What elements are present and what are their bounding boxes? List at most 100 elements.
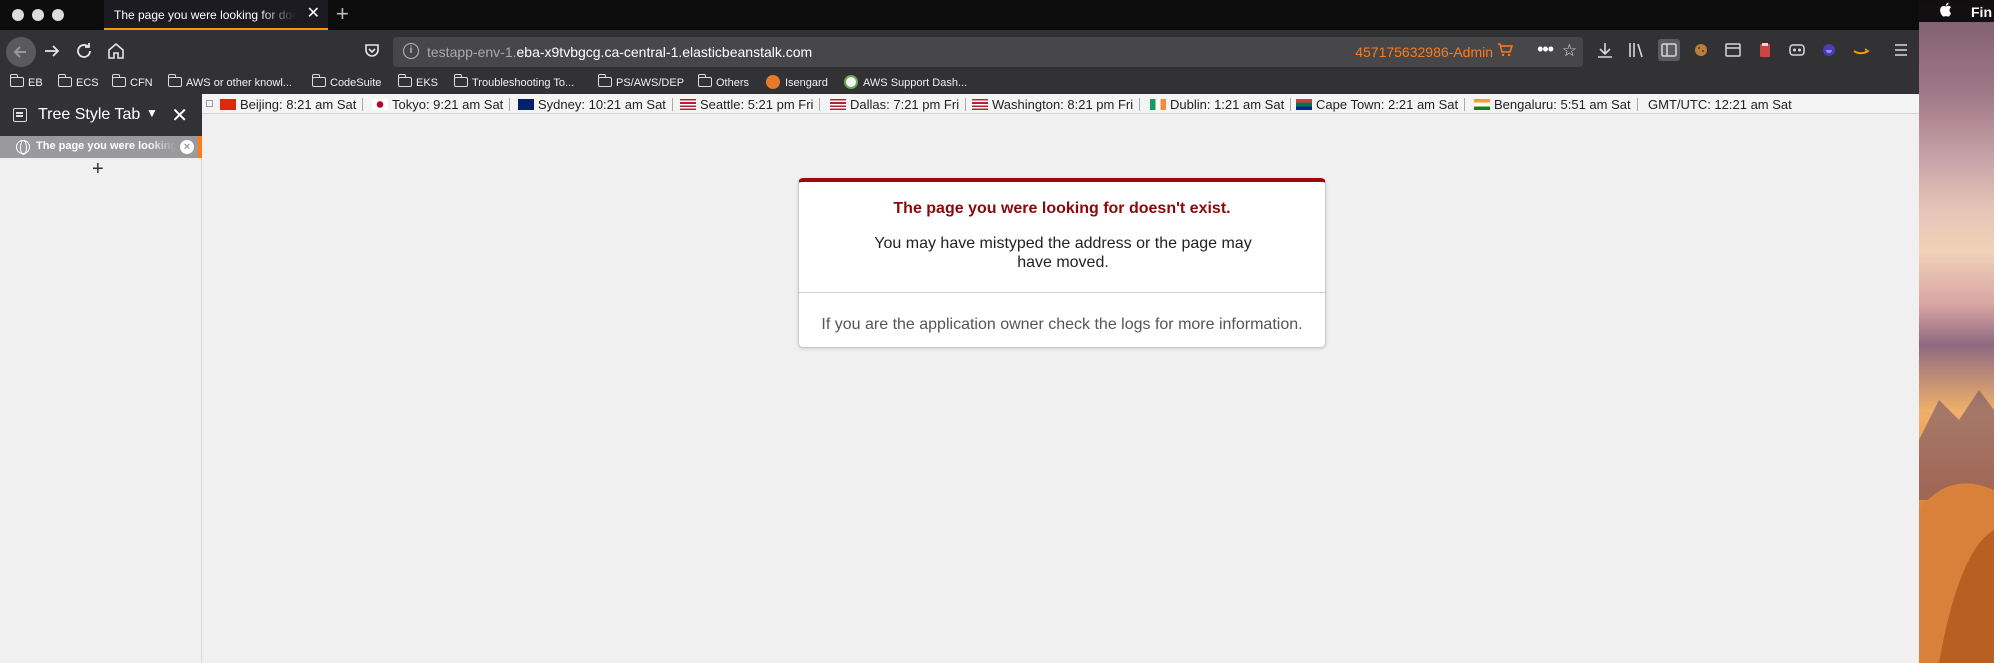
folder-icon	[112, 74, 126, 87]
clock-label: Sydney: 10:21 am Sat	[538, 97, 666, 112]
tab-close-icon[interactable]: ✕	[307, 6, 320, 22]
clock-label: Seattle: 5:21 pm Fri	[700, 97, 814, 112]
bookmark-isengard[interactable]: Isengard	[766, 75, 828, 91]
bookmark-label: Troubleshooting To...	[472, 77, 575, 89]
bookmarks-toolbar: EB ECS CFN AWS or other knowl... CodeSui…	[0, 72, 1919, 94]
back-icon[interactable]	[6, 37, 36, 67]
extension-amazon-icon[interactable]	[1850, 39, 1872, 61]
firefox-window: The page you were looking for doesn't ex…	[0, 0, 1919, 663]
tab-title: The page you were looking for doesn't ex…	[114, 8, 296, 22]
new-tab-button[interactable]: +	[336, 3, 349, 25]
bookmark-folder[interactable]: CodeSuite	[312, 74, 382, 91]
macos-menu-bar: Fin	[1919, 0, 1994, 22]
sidebar-title[interactable]: Tree Style Tab	[38, 106, 140, 124]
url-bar[interactable]: i testapp-env-1.eba-x9tvbgcg.ca-central-…	[393, 37, 1583, 67]
clock-label: Dublin: 1:21 am Sat	[1170, 97, 1285, 112]
extension-clipboard-icon[interactable]	[1754, 39, 1776, 61]
folder-icon	[398, 74, 412, 87]
extension-mask-icon[interactable]	[1786, 39, 1808, 61]
window-zoom-dot[interactable]	[52, 9, 64, 21]
folder-icon	[312, 74, 326, 87]
folder-icon	[454, 74, 468, 87]
bookmark-folder[interactable]: PS/AWS/DEP	[598, 74, 685, 91]
bookmark-aws-support[interactable]: AWS Support Dash...	[844, 75, 967, 91]
clock-label: GMT/UTC: 12:21 am Sat	[1648, 97, 1792, 112]
window-close-dot[interactable]	[12, 9, 24, 21]
window-minimize-dot[interactable]	[32, 9, 44, 21]
menu-app-name[interactable]: Fin	[1971, 4, 1992, 20]
sidebar-switcher-icon	[13, 108, 27, 122]
url-text[interactable]: testapp-env-1.eba-x9tvbgcg.ca-central-1.…	[427, 44, 812, 60]
sidebar-tab-close-icon[interactable]: ×	[180, 140, 194, 154]
flag-za-icon	[1296, 99, 1312, 110]
browser-tab-active[interactable]: The page you were looking for doesn't ex…	[104, 0, 328, 30]
bookmark-label: ECS	[76, 77, 99, 89]
world-clock-bar: Beijing: 8:21 am Sat Tokyo: 9:21 am Sat …	[202, 94, 1919, 114]
bookmark-folder[interactable]: Troubleshooting To...	[454, 74, 575, 91]
clock-item: Dallas: 7:21 pm Fri	[830, 97, 967, 112]
home-icon[interactable]	[104, 39, 128, 63]
tree-style-tab-sidebar: Tree Style Tab ▼ ✕ The page you were loo…	[0, 94, 202, 663]
error-footer: If you are the application owner check t…	[821, 316, 1303, 333]
sidebar-new-tab-button[interactable]: +	[92, 158, 104, 181]
reload-icon[interactable]	[72, 39, 96, 63]
apple-icon[interactable]	[1939, 2, 1952, 21]
forward-icon[interactable]	[40, 39, 64, 63]
sidebar-icon[interactable]	[1658, 39, 1680, 61]
pocket-icon[interactable]	[360, 39, 384, 63]
sidebar-close-icon[interactable]: ✕	[171, 103, 188, 128]
tab-strip: The page you were looking for doesn't ex…	[0, 0, 1919, 30]
bookmark-folder[interactable]: AWS or other knowl...	[168, 74, 292, 91]
clock-item: GMT/UTC: 12:21 am Sat	[1648, 97, 1792, 112]
clock-item: Washington: 8:21 pm Fri	[972, 97, 1141, 112]
clock-item: Tokyo: 9:21 am Sat	[372, 97, 511, 112]
bookmark-label: Isengard	[785, 77, 828, 89]
clock-label: Washington: 8:21 pm Fri	[992, 97, 1134, 112]
bookmark-folder[interactable]: CFN	[112, 74, 153, 91]
flag-in-icon	[1474, 99, 1490, 110]
bookmark-folder[interactable]: EB	[10, 74, 43, 91]
bookmark-folder[interactable]: Others	[698, 74, 749, 91]
bookmark-star-icon[interactable]: ☆	[1562, 41, 1577, 61]
clock-item: Bengaluru: 5:51 am Sat	[1474, 97, 1638, 112]
folder-icon	[598, 74, 612, 87]
page-actions-more-icon[interactable]: •••	[1537, 39, 1554, 60]
error-message: You may have mistyped the address or the…	[874, 235, 1252, 271]
clock-label: Cape Town: 2:21 am Sat	[1316, 97, 1459, 112]
folder-icon	[58, 74, 72, 87]
info-icon[interactable]: i	[403, 43, 419, 59]
extension-window-icon[interactable]	[1722, 39, 1744, 61]
flag-cn-icon	[220, 99, 236, 110]
error-heading: The page you were looking for doesn't ex…	[893, 200, 1231, 217]
clock-menu-icon[interactable]	[206, 100, 213, 107]
globe-icon	[16, 140, 30, 155]
extension-vpn-icon[interactable]	[1818, 39, 1840, 61]
account-label[interactable]: 457175632986-Admin	[1355, 44, 1493, 60]
bookmark-label: AWS Support Dash...	[863, 77, 968, 89]
menu-icon[interactable]	[1890, 39, 1912, 61]
bookmark-label: EKS	[416, 77, 439, 89]
clock-label: Dallas: 7:21 pm Fri	[850, 97, 960, 112]
cart-icon[interactable]	[1497, 42, 1514, 62]
folder-icon	[698, 74, 712, 87]
clock-item: Dublin: 1:21 am Sat	[1150, 97, 1292, 112]
folder-icon	[10, 74, 24, 87]
bookmark-folder[interactable]: ECS	[58, 74, 99, 91]
sand-dune	[1919, 483, 1994, 663]
sidebar-tab-item[interactable]: The page you were looking for doesn't ex…	[0, 136, 202, 158]
bookmark-label: CFN	[130, 77, 153, 89]
clock-item: Sydney: 10:21 am Sat	[518, 97, 673, 112]
bookmark-label: PS/AWS/DEP	[616, 77, 685, 89]
folder-icon	[168, 74, 182, 87]
clock-item: Cape Town: 2:21 am Sat	[1296, 97, 1466, 112]
extension-cookie-icon[interactable]	[1690, 39, 1712, 61]
flag-jp-icon	[372, 99, 388, 110]
download-icon[interactable]	[1594, 39, 1616, 61]
library-icon[interactable]	[1626, 39, 1648, 61]
url-subdomain: testapp-env-1.	[427, 44, 517, 60]
chevron-down-icon[interactable]: ▼	[146, 106, 158, 120]
bookmark-folder[interactable]: EKS	[398, 74, 439, 91]
bookmark-label: CodeSuite	[330, 77, 382, 89]
clock-item: Beijing: 8:21 am Sat	[220, 97, 364, 112]
clock-label: Bengaluru: 5:51 am Sat	[1494, 97, 1631, 112]
